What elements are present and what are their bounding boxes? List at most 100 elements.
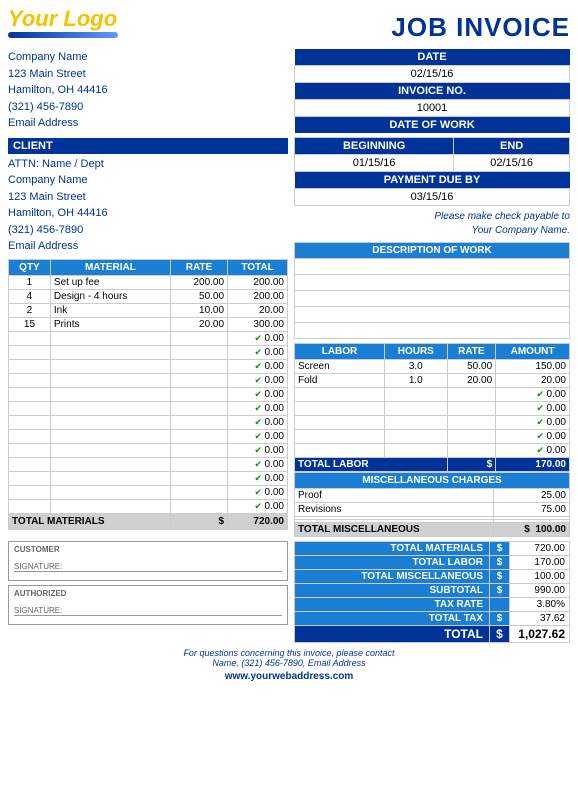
labor-row-amount: 20.00 xyxy=(496,374,570,388)
materials-table: QTY MATERIAL RATE TOTAL 1Set up fee200.0… xyxy=(8,259,288,530)
total-labor-dollar: $ xyxy=(447,458,496,472)
labor-row-amount: ✔ 0.00 xyxy=(496,416,570,430)
mat-row-material: Design - 4 hours xyxy=(50,289,170,303)
labor-row-amount: ✔ 0.00 xyxy=(496,388,570,402)
ts-subtotal-label: SUBTOTAL xyxy=(295,584,490,598)
ts-labor-label: TOTAL LABOR xyxy=(295,556,490,570)
logo-underline xyxy=(8,32,118,38)
footer-note: For questions concerning this invoice, p… xyxy=(8,648,570,668)
mat-row-total: ✔ 0.00 xyxy=(228,401,288,415)
misc-row-desc: Revisions xyxy=(295,503,494,517)
ts-grand-total-value: 1,027.62 xyxy=(510,626,570,643)
mat-row-rate xyxy=(170,345,227,359)
right-column: DATE 02/15/16 INVOICE NO. 10001 DATE OF … xyxy=(294,49,570,537)
labor-row-hours xyxy=(385,416,448,430)
total-materials-value: 720.00 xyxy=(228,513,288,529)
sender-info: Company Name 123 Main Street Hamilton, O… xyxy=(8,49,288,132)
labor-row-hours xyxy=(385,444,448,458)
payment-due-table: PAYMENT DUE BY 03/15/16 xyxy=(294,172,570,206)
mat-row-total: ✔ 0.00 xyxy=(228,443,288,457)
total-materials-label: TOTAL MATERIALS xyxy=(9,513,171,529)
footer-line2: Name, (321) 456-7890, Email Address xyxy=(212,658,365,668)
mat-row-qty: 4 xyxy=(9,289,51,303)
invoice-value: 10001 xyxy=(295,100,570,117)
footer-url: www.yourwebaddress.com xyxy=(8,671,570,682)
date-label: DATE xyxy=(295,49,570,66)
mat-col-qty: QTY xyxy=(9,259,51,275)
labor-row-rate xyxy=(447,444,496,458)
labor-row-rate xyxy=(447,402,496,416)
misc-table: MISCELLANEOUS CHARGES Proof25.00Revision… xyxy=(294,472,570,537)
client-address: 123 Main Street xyxy=(8,189,288,206)
misc-row-desc: Proof xyxy=(295,489,494,503)
ts-tax-rate-label: TAX RATE xyxy=(295,598,490,612)
mat-row-material xyxy=(50,331,170,345)
ts-materials-dollar: $ xyxy=(490,542,510,556)
mat-row-qty xyxy=(9,345,51,359)
payable-line1: Please make check payable to xyxy=(434,211,570,222)
main-row: Company Name 123 Main Street Hamilton, O… xyxy=(8,49,570,537)
invoice-page: Your Logo JOB INVOICE Company Name 123 M… xyxy=(0,0,578,686)
mat-row-total: ✔ 0.00 xyxy=(228,429,288,443)
authorized-sig-label: AUTHORIZED xyxy=(14,589,282,598)
mat-row-total: ✔ 0.00 xyxy=(228,471,288,485)
total-materials-dollar: $ xyxy=(170,513,227,529)
ts-grand-total-label: TOTAL xyxy=(295,626,490,643)
bottom-left: CUSTOMER SIGNATURE: AUTHORIZED SIGNATURE… xyxy=(8,541,288,643)
client-city: Hamilton, OH 44416 xyxy=(8,205,288,222)
mat-row-total: 200.00 xyxy=(228,275,288,289)
ts-tax-rate-pct xyxy=(490,598,510,612)
total-misc-label: TOTAL MISCELLANEOUS xyxy=(295,523,494,537)
mat-row-rate: 200.00 xyxy=(170,275,227,289)
mat-row-total: ✔ 0.00 xyxy=(228,457,288,471)
ts-labor-value: 170.00 xyxy=(510,556,570,570)
totals-summary-table: TOTAL MATERIALS $ 720.00 TOTAL LABOR $ 1… xyxy=(294,541,570,643)
logo-area: Your Logo xyxy=(8,8,118,38)
labor-row-labor: Fold xyxy=(295,374,385,388)
labor-row-labor xyxy=(295,388,385,402)
mat-row-material xyxy=(50,373,170,387)
mat-row-rate xyxy=(170,415,227,429)
labor-row-labor xyxy=(295,430,385,444)
sender-email: Email Address xyxy=(8,115,288,132)
labor-row-hours xyxy=(385,388,448,402)
misc-header: MISCELLANEOUS CHARGES xyxy=(295,473,570,489)
mat-row-qty xyxy=(9,443,51,457)
authorized-signature-box: AUTHORIZED SIGNATURE: xyxy=(8,585,288,625)
client-section-header: CLIENT xyxy=(8,138,288,154)
beginning-label: BEGINNING xyxy=(295,138,454,155)
total-misc-value: $ 100.00 xyxy=(494,523,570,537)
sender-city: Hamilton, OH 44416 xyxy=(8,82,288,99)
mat-row-qty xyxy=(9,401,51,415)
date-info-table: DATE 02/15/16 INVOICE NO. 10001 DATE OF … xyxy=(294,49,570,133)
mat-row-total: ✔ 0.00 xyxy=(228,387,288,401)
mat-row-rate xyxy=(170,373,227,387)
mat-row-total: ✔ 0.00 xyxy=(228,331,288,345)
mat-col-total: TOTAL xyxy=(228,259,288,275)
labor-row-hours: 1.0 xyxy=(385,374,448,388)
ts-materials-label: TOTAL MATERIALS xyxy=(295,542,490,556)
ts-subtotal-value: 990.00 xyxy=(510,584,570,598)
mat-row-rate xyxy=(170,457,227,471)
mat-row-total: ✔ 0.00 xyxy=(228,485,288,499)
mat-row-rate xyxy=(170,401,227,415)
desc-row-1 xyxy=(295,259,570,275)
mat-col-material: MATERIAL xyxy=(50,259,170,275)
mat-row-rate xyxy=(170,387,227,401)
desc-row-3 xyxy=(295,291,570,307)
mat-row-material xyxy=(50,401,170,415)
labor-row-amount: ✔ 0.00 xyxy=(496,402,570,416)
labor-row-rate xyxy=(447,388,496,402)
labor-row-hours: 3.0 xyxy=(385,360,448,374)
labor-row-amount: ✔ 0.00 xyxy=(496,430,570,444)
client-email: Email Address xyxy=(8,238,288,255)
payment-due-value: 03/15/16 xyxy=(295,189,570,206)
mat-col-rate: RATE xyxy=(170,259,227,275)
ts-misc-dollar: $ xyxy=(490,570,510,584)
labor-row-rate xyxy=(447,416,496,430)
ts-misc-value: 100.00 xyxy=(510,570,570,584)
ts-labor-dollar: $ xyxy=(490,556,510,570)
footer-line1: For questions concerning this invoice, p… xyxy=(183,648,394,658)
mat-row-qty xyxy=(9,457,51,471)
client-attn: ATTN: Name / Dept xyxy=(8,156,288,173)
